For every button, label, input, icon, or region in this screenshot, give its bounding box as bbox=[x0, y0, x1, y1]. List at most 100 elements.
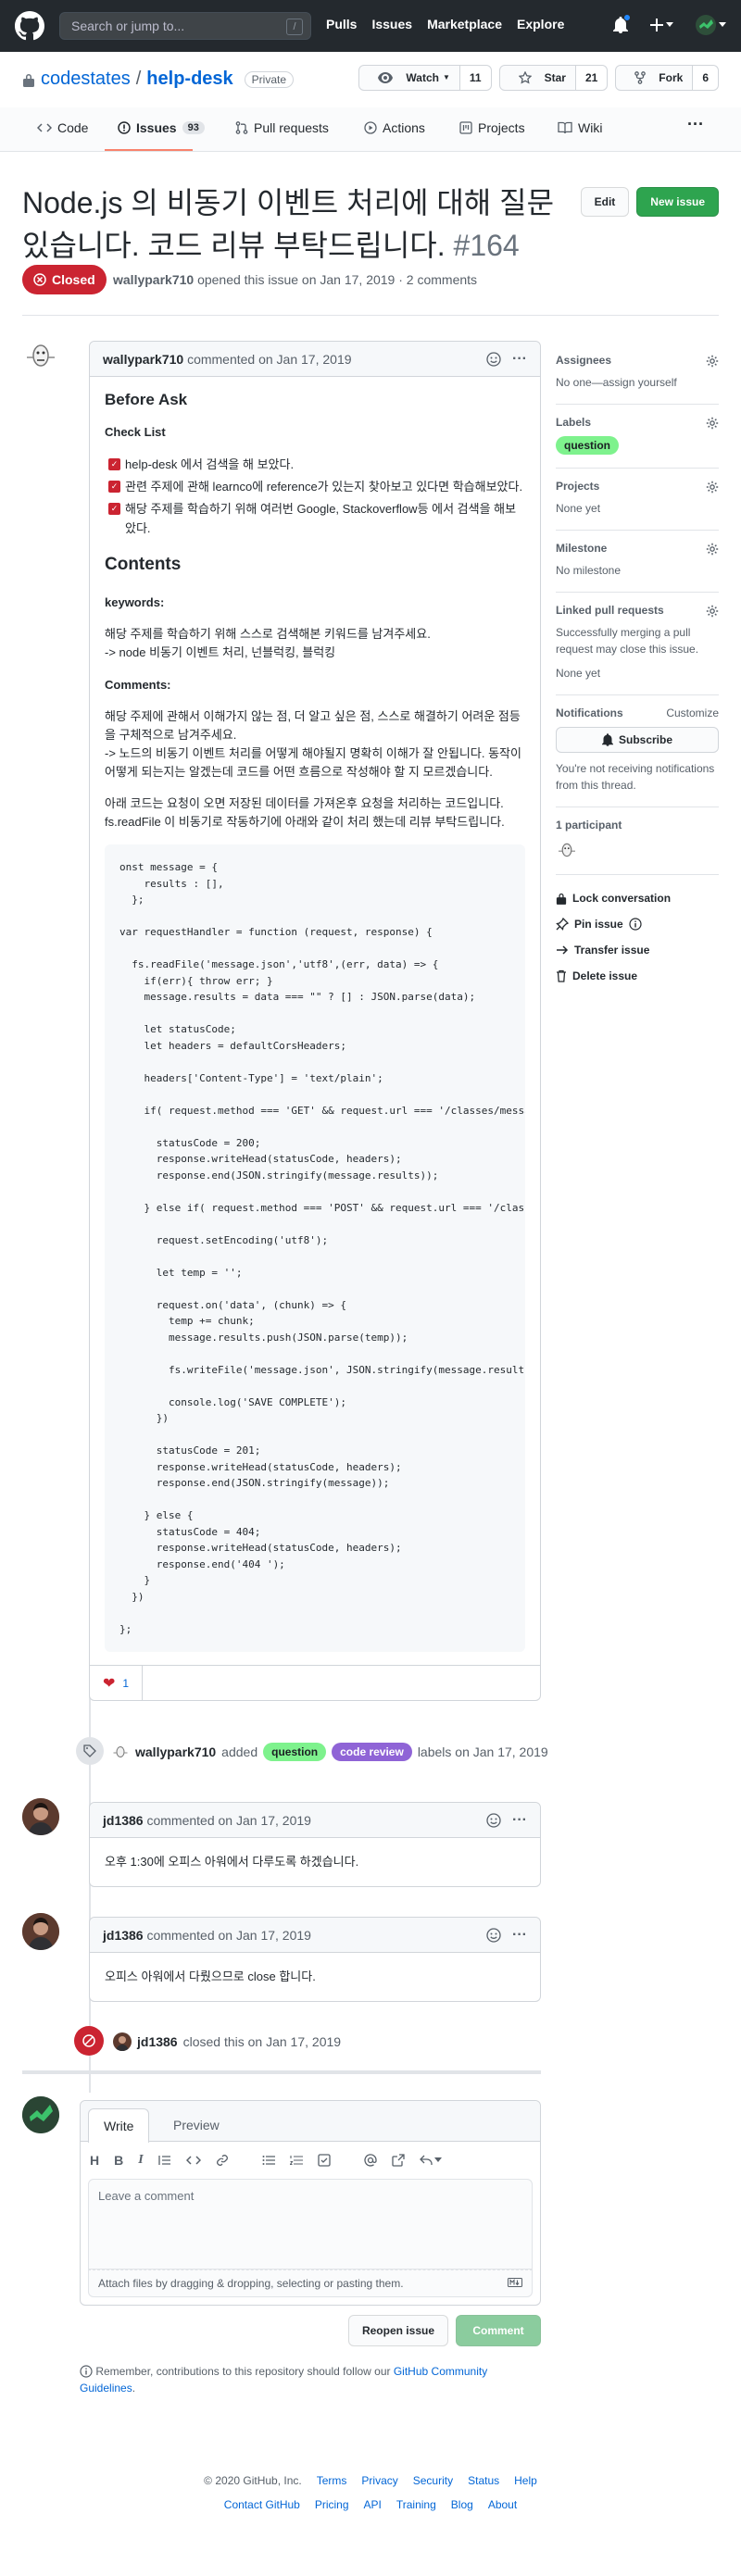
fork-count[interactable]: 6 bbox=[692, 66, 718, 90]
comment-author-link[interactable]: jd1386 bbox=[103, 1928, 144, 1943]
label-question[interactable]: question bbox=[263, 1743, 327, 1761]
linked-title[interactable]: Linked pull requests bbox=[556, 604, 719, 617]
footer-link-contact[interactable]: Contact GitHub bbox=[224, 2498, 300, 2511]
tab-pull-requests[interactable]: Pull requests bbox=[235, 120, 329, 135]
footer-link-training[interactable]: Training bbox=[396, 2498, 436, 2511]
event-author-link[interactable]: jd1386 bbox=[137, 2034, 178, 2049]
watch-button[interactable]: Watch ▼ 11 bbox=[358, 65, 492, 91]
avatar-jd1386[interactable] bbox=[22, 1798, 59, 1835]
add-reaction-smiley-icon[interactable] bbox=[486, 352, 501, 367]
gear-icon[interactable] bbox=[706, 543, 719, 556]
sidebar-label-question[interactable]: question bbox=[556, 436, 619, 455]
comment-author-link[interactable]: wallypark710 bbox=[103, 352, 183, 367]
heading-button[interactable]: H bbox=[90, 2153, 99, 2168]
comment-textarea[interactable]: Leave a comment bbox=[88, 2179, 533, 2270]
bold-button[interactable]: B bbox=[114, 2153, 123, 2168]
avatar-wallypark710[interactable] bbox=[22, 337, 59, 374]
labels-title[interactable]: Labels bbox=[556, 416, 719, 429]
comment-author-link[interactable]: jd1386 bbox=[103, 1813, 144, 1828]
add-reaction-smiley-icon[interactable] bbox=[486, 1928, 501, 1943]
numbered-list-icon[interactable] bbox=[289, 2155, 303, 2166]
new-issue-button[interactable]: New issue bbox=[636, 187, 719, 217]
comment-button[interactable]: Comment bbox=[456, 2315, 541, 2346]
nav-marketplace[interactable]: Marketplace bbox=[427, 17, 502, 31]
footer-link-api[interactable]: API bbox=[364, 2498, 382, 2511]
comment-kebab-icon[interactable]: ··· bbox=[512, 1813, 527, 1828]
tab-projects[interactable]: Projects bbox=[459, 120, 525, 135]
tab-code[interactable]: Code bbox=[37, 120, 88, 135]
milestone-title[interactable]: Milestone bbox=[556, 542, 719, 555]
reopen-issue-button[interactable]: Reopen issue bbox=[347, 2315, 448, 2346]
footer-link-help[interactable]: Help bbox=[514, 2474, 537, 2487]
lock-conversation-button[interactable]: Lock conversation bbox=[556, 892, 719, 905]
reference-icon[interactable] bbox=[392, 2154, 405, 2167]
footer-link-privacy[interactable]: Privacy bbox=[361, 2474, 397, 2487]
avatar-jd1386[interactable] bbox=[22, 1913, 59, 1950]
tab-actions[interactable]: Actions bbox=[364, 120, 425, 135]
info-icon[interactable] bbox=[629, 918, 642, 931]
notifications-bell-icon[interactable] bbox=[613, 14, 631, 33]
nav-pulls[interactable]: Pulls bbox=[326, 17, 357, 31]
assignees-title[interactable]: Assignees bbox=[556, 354, 719, 367]
quote-icon[interactable] bbox=[158, 2155, 171, 2166]
avatar-current-user[interactable] bbox=[22, 2096, 59, 2133]
subscribe-button[interactable]: Subscribe bbox=[556, 727, 719, 753]
bulleted-list-icon[interactable] bbox=[262, 2155, 275, 2166]
task-list-icon[interactable] bbox=[318, 2154, 331, 2167]
footer-link-status[interactable]: Status bbox=[468, 2474, 499, 2487]
footer-link-about[interactable]: About bbox=[488, 2498, 517, 2511]
comment-date[interactable]: commented on Jan 17, 2019 bbox=[187, 352, 351, 367]
saved-replies-reply-icon[interactable] bbox=[419, 2155, 442, 2166]
footer-link-blog[interactable]: Blog bbox=[451, 2498, 473, 2511]
fork-button[interactable]: Fork 6 bbox=[615, 65, 719, 91]
issue-author-link[interactable]: wallypark710 bbox=[113, 272, 194, 287]
repo-owner-link[interactable]: codestates bbox=[41, 69, 131, 90]
search-input[interactable]: Search or jump to... / bbox=[59, 12, 311, 40]
label-code-review[interactable]: code review bbox=[332, 1743, 412, 1761]
tab-write[interactable]: Write bbox=[88, 2108, 150, 2143]
footer-link-pricing[interactable]: Pricing bbox=[315, 2498, 349, 2511]
link-icon[interactable] bbox=[216, 2154, 229, 2167]
star-count[interactable]: 21 bbox=[574, 66, 608, 90]
gear-icon[interactable] bbox=[706, 355, 719, 368]
watch-count[interactable]: 11 bbox=[458, 66, 491, 90]
nav-explore[interactable]: Explore bbox=[517, 17, 564, 31]
tab-wiki[interactable]: Wiki bbox=[558, 120, 602, 135]
tab-preview[interactable]: Preview bbox=[158, 2108, 234, 2142]
repo-name-link[interactable]: help-desk bbox=[146, 69, 232, 90]
footer-link-terms[interactable]: Terms bbox=[317, 2474, 347, 2487]
mention-icon[interactable] bbox=[364, 2154, 377, 2167]
user-avatar-menu[interactable] bbox=[696, 15, 726, 35]
event-author-link[interactable]: wallypark710 bbox=[135, 1744, 216, 1759]
star-button[interactable]: Star 21 bbox=[498, 65, 609, 91]
customize-link[interactable]: Customize bbox=[666, 707, 719, 719]
add-reaction-smiley-icon[interactable] bbox=[486, 1813, 501, 1828]
code-icon[interactable] bbox=[185, 2155, 201, 2166]
edit-title-button[interactable]: Edit bbox=[580, 187, 630, 217]
event-avatar[interactable] bbox=[111, 1743, 130, 1761]
github-logo-icon[interactable] bbox=[15, 11, 44, 41]
event-avatar[interactable] bbox=[113, 2032, 132, 2051]
gear-icon[interactable] bbox=[706, 605, 719, 618]
heart-reaction-button[interactable]: ❤ 1 bbox=[90, 1665, 144, 1701]
comment-kebab-icon[interactable]: ··· bbox=[512, 352, 527, 367]
nav-issues[interactable]: Issues bbox=[371, 17, 412, 31]
assignees-value[interactable]: No one—assign yourself bbox=[556, 374, 719, 391]
gear-icon[interactable] bbox=[706, 417, 719, 430]
participant-avatar[interactable] bbox=[556, 839, 578, 861]
projects-title[interactable]: Projects bbox=[556, 480, 719, 493]
footer-link-security[interactable]: Security bbox=[413, 2474, 453, 2487]
delete-issue-button[interactable]: Delete issue bbox=[556, 969, 719, 982]
comment-kebab-icon[interactable]: ··· bbox=[512, 1928, 527, 1943]
comment-date[interactable]: commented on Jan 17, 2019 bbox=[146, 1813, 310, 1828]
more-tabs-kebab-icon[interactable]: ··· bbox=[687, 115, 704, 134]
attach-files-area[interactable]: Attach files by dragging & dropping, sel… bbox=[88, 2270, 533, 2297]
italic-button[interactable]: I bbox=[138, 2153, 143, 2168]
pin-issue-button[interactable]: Pin issue bbox=[556, 918, 719, 931]
create-new-plus-icon[interactable] bbox=[650, 19, 673, 31]
comment-date[interactable]: commented on Jan 17, 2019 bbox=[146, 1928, 310, 1943]
markdown-icon[interactable] bbox=[508, 2278, 522, 2287]
gear-icon[interactable] bbox=[706, 481, 719, 494]
transfer-issue-button[interactable]: Transfer issue bbox=[556, 944, 719, 957]
tab-issues[interactable]: Issues 93 bbox=[118, 120, 205, 135]
